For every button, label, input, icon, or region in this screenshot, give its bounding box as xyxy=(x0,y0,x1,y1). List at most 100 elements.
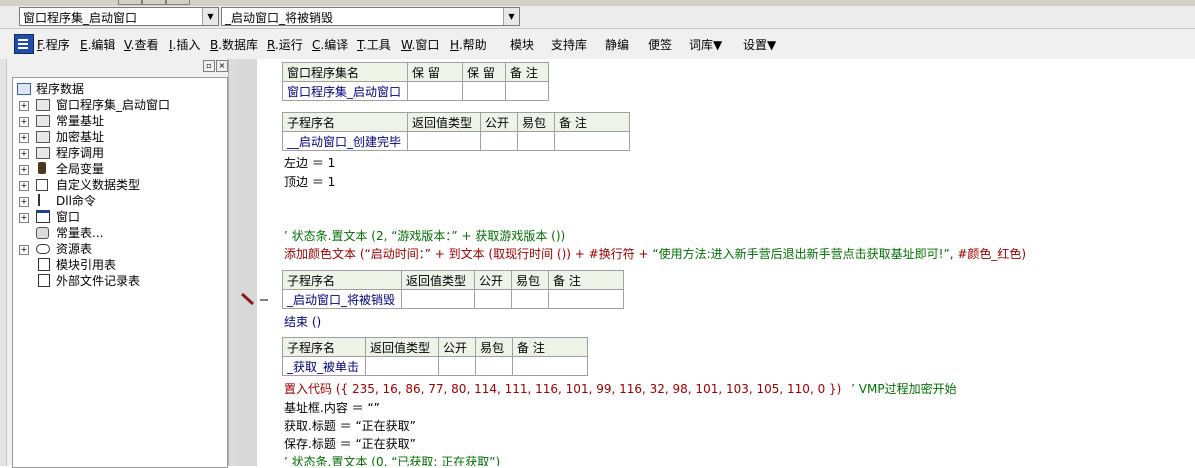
table-cell[interactable] xyxy=(474,289,512,309)
barrel-icon xyxy=(38,162,46,174)
menu-lexicon[interactable]: 词库▼ xyxy=(689,36,722,53)
table-header-cell: 返回值类型 xyxy=(407,112,481,132)
menu-support-lib[interactable]: 支持库 xyxy=(551,36,587,53)
menu-help[interactable]: H.帮助 xyxy=(450,36,487,53)
restore-icon[interactable]: ▫ xyxy=(203,60,215,72)
table-cell[interactable] xyxy=(505,81,549,101)
menu-tools[interactable]: T.工具 xyxy=(357,36,391,53)
menu-notes[interactable]: 便签 xyxy=(648,36,672,53)
chevron-down-icon[interactable]: ▼ xyxy=(202,8,218,25)
window-icon xyxy=(36,210,50,223)
menu-label: .工具 xyxy=(362,38,391,52)
menu-label: .运行 xyxy=(274,38,303,52)
menu-settings[interactable]: 设置▼ xyxy=(743,36,776,53)
code-line[interactable]: 基址框.内容 ＝ “” xyxy=(284,400,380,416)
code-comment-line[interactable]: ’ 状态条.置文本 (0, “已获取: 正在获取”) xyxy=(284,454,500,466)
table-row[interactable]: __启动窗口_创建完毕 xyxy=(282,131,630,151)
expand-plus-icon[interactable]: + xyxy=(19,181,29,191)
book-stack-icon xyxy=(36,115,50,127)
table-cell[interactable]: _获取_被单击 xyxy=(282,356,366,376)
table-cell[interactable] xyxy=(407,81,463,101)
code-line[interactable]: 保存.标题 ＝ “正在获取” xyxy=(284,436,416,452)
code-line[interactable]: 获取.标题 ＝ “正在获取” xyxy=(284,418,416,434)
menu-edit[interactable]: E.编辑 xyxy=(80,36,115,53)
table-cell[interactable] xyxy=(401,289,475,309)
table-cell[interactable] xyxy=(512,356,588,376)
panel-edge xyxy=(0,59,7,466)
table-cell[interactable] xyxy=(548,289,624,309)
expand-plus-icon[interactable]: + xyxy=(19,197,29,207)
subroutine-combo[interactable]: _启动窗口_将被销毁 ▼ xyxy=(221,7,520,26)
menu-label: .程序 xyxy=(41,38,70,52)
chevron-down-icon[interactable]: ▼ xyxy=(503,8,519,25)
table-cell[interactable] xyxy=(407,131,481,151)
menu-window[interactable]: W.窗口 xyxy=(401,36,439,53)
table-header-cell: 备 注 xyxy=(512,337,588,357)
menu-label: .窗口 xyxy=(411,38,440,52)
subroutine-table: 子程序名 返回值类型 公开 易包 备 注 _启动窗口_将被销毁 xyxy=(282,270,624,309)
toolbar-button[interactable] xyxy=(166,0,190,5)
expand-plus-icon[interactable]: + xyxy=(19,165,29,175)
table-header-cell: 易包 xyxy=(517,112,555,132)
table-cell[interactable]: __启动窗口_创建完毕 xyxy=(282,131,408,151)
tree-item-label: 外部文件记录表 xyxy=(56,274,141,288)
menu-accel: E xyxy=(80,38,88,52)
menu-compile[interactable]: C.编译 xyxy=(312,36,348,53)
code-comment-line[interactable]: ’ 状态条.置文本 (2, “游戏版本：” + 获取游戏版本 ()) xyxy=(284,228,565,244)
table-cell[interactable] xyxy=(365,356,439,376)
expand-plus-icon[interactable]: + xyxy=(19,213,29,223)
menu-accel: V xyxy=(124,38,131,52)
code-line[interactable]: 顶边 ＝ 1 xyxy=(284,174,335,190)
expand-plus-icon[interactable]: + xyxy=(19,117,29,127)
table-cell[interactable] xyxy=(475,356,513,376)
struct-icon xyxy=(36,179,48,191)
table-cell[interactable] xyxy=(554,131,630,151)
code-line[interactable]: 左边 ＝ 1 xyxy=(284,155,335,171)
code-editor[interactable]: 窗口程序集名 保 留 保 留 备 注 窗口程序集_启动窗口 子程序名 返回值类型… xyxy=(237,59,1195,466)
program-set-combo[interactable]: 窗口程序集_启动窗口 ▼ xyxy=(19,7,219,26)
dll-icon xyxy=(38,194,40,206)
code-line[interactable]: 置入代码 ({ 235, 16, 86, 77, 80, 114, 111, 1… xyxy=(284,381,957,397)
menu-static-compile[interactable]: 静编 xyxy=(605,36,629,53)
table-header-row: 子程序名 返回值类型 公开 易包 备 注 xyxy=(282,337,588,357)
toolbar-button[interactable] xyxy=(118,0,142,5)
panel-header: ▫ × xyxy=(8,59,228,72)
expand-plus-icon[interactable]: + xyxy=(19,149,29,159)
menu-view[interactable]: V.查看 xyxy=(124,36,159,53)
code-line[interactable]: 结束 () xyxy=(284,314,321,330)
subroutine-table: 子程序名 返回值类型 公开 易包 备 注 __启动窗口_创建完毕 xyxy=(282,112,630,151)
program-set-combo-value: 窗口程序集_启动窗口 xyxy=(23,11,138,25)
menu-module[interactable]: 模块 xyxy=(510,36,534,53)
table-row[interactable]: 窗口程序集_启动窗口 xyxy=(282,81,549,101)
tree-item-label: Dll命令 xyxy=(56,194,96,208)
table-cell[interactable] xyxy=(511,289,549,309)
tree-item-label: 模块引用表 xyxy=(56,258,117,272)
table-cell[interactable] xyxy=(462,81,506,101)
code-line[interactable]: 添加颜色文本 (“启动时间：” + 到文本 (取现行时间 ()) + #换行符 … xyxy=(284,246,1026,262)
menu-run[interactable]: R.运行 xyxy=(267,36,303,53)
table-cell[interactable] xyxy=(517,131,555,151)
table-row[interactable]: _获取_被单击 xyxy=(282,356,588,376)
toolbar-button[interactable] xyxy=(142,0,166,5)
menu-bar: F.程序 E.编辑 V.查看 I.插入 B.数据库 R.运行 C.编译 T.工具… xyxy=(0,29,1195,60)
code-string-segment: “使用方法:进入新手营后退出新手营点击获取基址即可!” xyxy=(652,247,950,261)
menu-database[interactable]: B.数据库 xyxy=(210,36,258,53)
table-row[interactable]: _启动窗口_将被销毁 xyxy=(282,289,624,309)
expand-plus-icon[interactable]: + xyxy=(19,101,29,111)
menu-label: .插入 xyxy=(172,38,201,52)
table-header-cell: 公开 xyxy=(474,270,512,290)
expand-plus-icon[interactable]: + xyxy=(19,245,29,255)
menu-program[interactable]: F.程序 xyxy=(37,36,70,53)
table-cell[interactable] xyxy=(480,131,518,151)
resource-icon xyxy=(36,244,50,254)
close-icon[interactable]: × xyxy=(216,60,228,72)
table-cell[interactable]: 窗口程序集_启动窗口 xyxy=(282,81,408,101)
file-icon xyxy=(38,274,50,287)
expand-plus-icon[interactable]: + xyxy=(19,133,29,143)
table-cell[interactable] xyxy=(438,356,476,376)
menu-accel: H xyxy=(450,38,459,52)
menu-insert[interactable]: I.插入 xyxy=(169,36,200,53)
table-cell[interactable]: _启动窗口_将被销毁 xyxy=(282,289,402,309)
pen-marker-icon[interactable] xyxy=(239,291,269,307)
tree-item-label: 资源表 xyxy=(56,242,93,256)
